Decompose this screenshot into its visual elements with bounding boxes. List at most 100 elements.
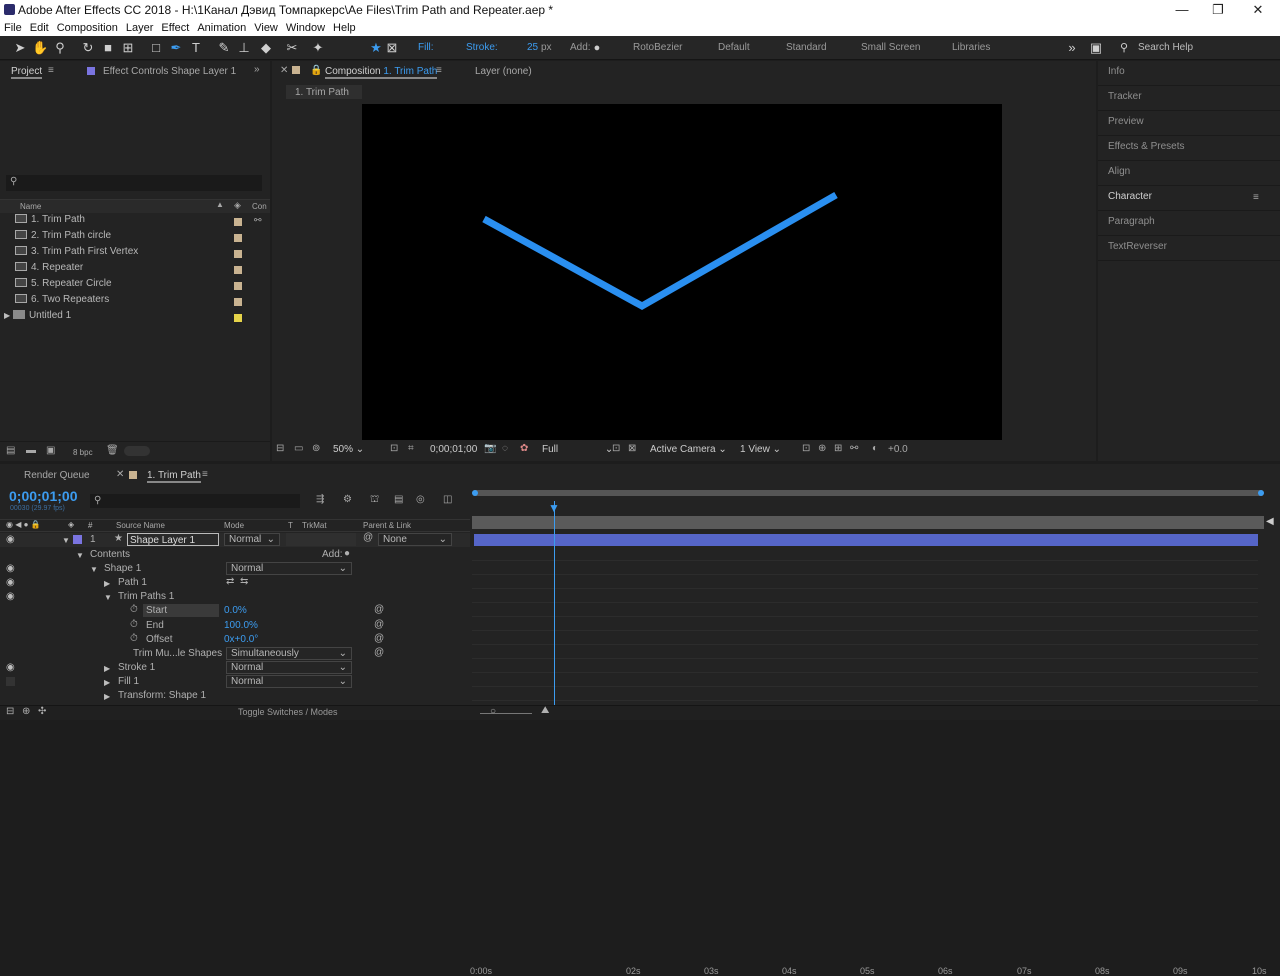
- work-area-navigator[interactable]: [472, 490, 1264, 496]
- offset-stopwatch-icon[interactable]: ⏱: [130, 633, 138, 644]
- bit-depth-label[interactable]: 8 bpc: [73, 448, 93, 457]
- menu-file[interactable]: File: [0, 20, 26, 36]
- roto-brush-tool-icon[interactable]: ✂: [284, 40, 300, 56]
- exposure-value[interactable]: +0.0: [888, 444, 908, 455]
- pick-whip-icon[interactable]: @: [363, 532, 373, 543]
- expression-pick-whip-icon[interactable]: @: [374, 633, 384, 644]
- timeline-zoom-slider[interactable]: [480, 713, 532, 714]
- hand-tool-icon[interactable]: ✋: [32, 40, 48, 56]
- path1-label[interactable]: Path 1: [118, 577, 147, 588]
- rectangle-tool-icon[interactable]: □: [148, 40, 164, 56]
- path1-expand-triangle-icon[interactable]: ▶: [104, 579, 110, 588]
- timeline-search-input[interactable]: [90, 494, 300, 508]
- in-out-stretch-icon[interactable]: ✣: [38, 706, 46, 717]
- visibility-eye-icon[interactable]: ◉: [6, 662, 15, 673]
- zoom-dropdown[interactable]: 50% ⌄: [333, 444, 364, 455]
- tab-effect-controls[interactable]: Effect Controls Shape Layer 1: [103, 66, 236, 77]
- interpret-footage-icon[interactable]: ▤: [6, 445, 15, 456]
- add-shape-icon[interactable]: ●: [344, 548, 350, 559]
- timeline-icon[interactable]: ⊞: [834, 443, 842, 454]
- start-value[interactable]: 0.0%: [224, 605, 247, 616]
- panel-info[interactable]: Info: [1098, 61, 1280, 86]
- zoom-tool-icon[interactable]: ⚲: [52, 40, 68, 56]
- eraser-tool-icon[interactable]: ◆: [258, 40, 274, 56]
- composition-viewer[interactable]: [362, 104, 1002, 440]
- panel-paragraph[interactable]: Paragraph: [1098, 211, 1280, 236]
- label-swatch[interactable]: [234, 314, 242, 322]
- panel-align[interactable]: Align: [1098, 161, 1280, 186]
- star-icon[interactable]: ★: [368, 40, 384, 56]
- maximize-button[interactable]: ❐: [1200, 0, 1236, 20]
- trim-paths-label[interactable]: Trim Paths 1: [118, 591, 174, 602]
- sort-ascending-icon[interactable]: ▲: [216, 200, 224, 209]
- frame-blending-icon[interactable]: ▤: [394, 494, 403, 505]
- label-swatch[interactable]: [234, 234, 242, 242]
- layer-mode-dropdown[interactable]: Normal ⌄: [224, 533, 280, 546]
- workspace-default[interactable]: Default: [718, 42, 750, 53]
- fit-icon[interactable]: ⊡: [390, 443, 398, 454]
- trkmat-field[interactable]: [286, 533, 356, 546]
- menu-layer[interactable]: Layer: [122, 20, 158, 36]
- delete-icon[interactable]: 🗑: [106, 445, 119, 456]
- tab-composition[interactable]: Composition 1. Trim Path: [325, 66, 438, 79]
- path-direction-icon[interactable]: ⇄: [226, 576, 234, 587]
- expression-pick-whip-icon[interactable]: @: [374, 619, 384, 630]
- vr-goggles-icon[interactable]: ⊚: [312, 443, 320, 454]
- stroke1-expand-triangle-icon[interactable]: ▶: [104, 664, 110, 673]
- trim-multiple-label[interactable]: Trim Mu...le Shapes: [133, 648, 222, 659]
- panel-textreverser[interactable]: TextReverser: [1098, 236, 1280, 261]
- puppet-tool-icon[interactable]: ✦: [310, 40, 326, 56]
- parent-dropdown[interactable]: None ⌄: [378, 533, 452, 546]
- timeline-current-time[interactable]: 0;00;01;00: [9, 488, 78, 504]
- composition-menu-icon[interactable]: ≡: [436, 65, 442, 76]
- tab-project[interactable]: Project: [11, 66, 43, 79]
- transfer-controls-icon[interactable]: ⊕: [22, 706, 30, 717]
- workspace-libraries[interactable]: Libraries: [952, 42, 990, 53]
- exposure-icon[interactable]: ◐: [872, 443, 878, 454]
- panel-tracker[interactable]: Tracker: [1098, 86, 1280, 111]
- shape1-mode-dropdown[interactable]: Normal ⌄: [226, 562, 352, 575]
- sync-settings-icon[interactable]: ▣: [1088, 40, 1104, 56]
- expression-pick-whip-icon[interactable]: @: [374, 647, 384, 658]
- camera-tool-icon[interactable]: ■: [100, 40, 116, 56]
- search-help-input[interactable]: Search Help: [1138, 42, 1193, 53]
- column-source-name[interactable]: Source Name: [116, 521, 165, 530]
- panel-preview[interactable]: Preview: [1098, 111, 1280, 136]
- visibility-off-box[interactable]: [6, 677, 15, 686]
- offset-label[interactable]: Offset: [146, 634, 173, 645]
- draft-3d-icon[interactable]: ⚙: [343, 494, 352, 505]
- transform-expand-triangle-icon[interactable]: ▶: [104, 692, 110, 701]
- label-swatch[interactable]: [234, 298, 242, 306]
- new-folder-icon[interactable]: ▬: [26, 445, 36, 456]
- navigator-start-handle[interactable]: [472, 490, 478, 496]
- layer-duration-bar[interactable]: [474, 534, 1258, 546]
- comp-mini-flowchart-icon[interactable]: ⇶: [316, 494, 324, 505]
- motion-blur-icon[interactable]: ◎: [416, 494, 425, 505]
- navigator-end-handle[interactable]: [1258, 490, 1264, 496]
- shape1-label[interactable]: Shape 1: [104, 563, 141, 574]
- tab-timeline-comp[interactable]: 1. Trim Path: [147, 470, 201, 483]
- rotate-tool-icon[interactable]: ↻: [80, 40, 96, 56]
- minimize-button[interactable]: —: [1164, 0, 1200, 20]
- project-item[interactable]: 4. Repeater: [15, 262, 83, 278]
- shy-icon[interactable]: ⛫: [370, 494, 379, 507]
- tab-layer[interactable]: Layer (none): [475, 66, 532, 77]
- menu-effect[interactable]: Effect: [157, 20, 193, 36]
- project-item[interactable]: 5. Repeater Circle: [15, 278, 112, 294]
- zoom-slider-thumb[interactable]: ○: [490, 706, 496, 717]
- flowchart-icon[interactable]: ⚯: [850, 443, 858, 454]
- label-swatch[interactable]: [234, 218, 242, 226]
- menu-animation[interactable]: Animation: [193, 20, 250, 36]
- camera-dropdown[interactable]: Active Camera ⌄: [650, 444, 727, 455]
- fast-previews-icon[interactable]: ⊕: [818, 443, 826, 454]
- stroke-width-value[interactable]: 25: [527, 42, 538, 53]
- timeline-menu-icon[interactable]: ≡: [202, 469, 208, 480]
- column-trkmat[interactable]: TrkMat: [302, 521, 327, 530]
- workspace-overflow-icon[interactable]: »: [1064, 40, 1080, 56]
- layer-switches-icon[interactable]: ⊟: [6, 706, 14, 717]
- fill1-mode-dropdown[interactable]: Normal ⌄: [226, 675, 352, 688]
- offset-value[interactable]: 0x+0.0°: [224, 634, 258, 645]
- stroke1-label[interactable]: Stroke 1: [118, 662, 155, 673]
- thumbnail-slider[interactable]: [124, 446, 150, 456]
- current-time-display[interactable]: 0;00;01;00: [430, 444, 477, 455]
